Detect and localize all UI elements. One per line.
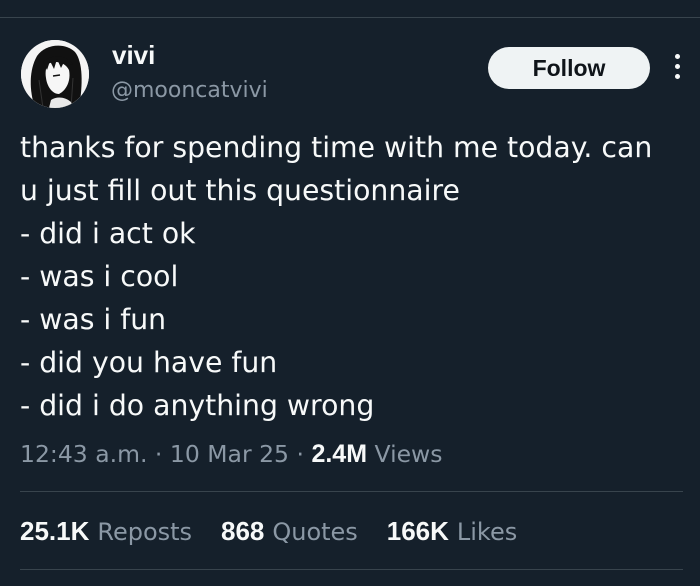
- tweet-date[interactable]: 10 Mar 25: [170, 440, 289, 468]
- quotes-count: 868: [221, 516, 265, 546]
- tweet-text: thanks for spending time with me today. …: [20, 126, 696, 427]
- tweet-line: thanks for spending time with me today. …: [20, 131, 653, 164]
- author-handle[interactable]: @mooncatvivi: [111, 77, 268, 105]
- tweet-line: u just fill out this questionnaire: [20, 174, 460, 207]
- reposts-label: Reposts: [97, 518, 193, 546]
- tweet-line: - did i do anything wrong: [20, 389, 375, 422]
- tweet-line: - was i cool: [20, 260, 179, 293]
- tweet-line: - did i act ok: [20, 217, 196, 250]
- likes-label: Likes: [456, 518, 518, 546]
- more-dot: [674, 54, 680, 59]
- meta-separator: ·: [154, 440, 163, 468]
- author-name[interactable]: vivi: [112, 40, 155, 70]
- tweet-line: - did you have fun: [20, 346, 278, 379]
- anime-girl-avatar-icon: [21, 40, 89, 108]
- meta-separator: ·: [296, 440, 304, 468]
- views-label: Views: [374, 440, 443, 468]
- reposts-count: 25.1K: [20, 516, 90, 546]
- reposts-stat[interactable]: 25.1K Reposts: [20, 513, 192, 550]
- top-divider: [0, 17, 700, 18]
- tweet-time[interactable]: 12:43 a.m.: [20, 440, 147, 468]
- tweet-meta: 12:43 a.m. · 10 Mar 25 · 2.4M Views: [20, 437, 443, 471]
- tweet-line: - was i fun: [20, 303, 167, 336]
- more-dot: [674, 74, 680, 79]
- more-vertical-icon[interactable]: [671, 54, 683, 84]
- views-count: 2.4M: [311, 440, 368, 468]
- follow-button[interactable]: Follow: [488, 47, 650, 89]
- quotes-label: Quotes: [272, 518, 358, 546]
- likes-count: 166K: [386, 516, 449, 546]
- engagement-stats: 25.1K Reposts 868 Quotes 166K Likes: [20, 513, 538, 550]
- more-dot: [674, 64, 680, 69]
- stats-divider: [20, 491, 683, 492]
- likes-stat[interactable]: 166K Likes: [387, 513, 517, 550]
- quotes-stat[interactable]: 868 Quotes: [221, 513, 358, 550]
- author-avatar[interactable]: [21, 40, 89, 108]
- bottom-divider: [20, 569, 683, 570]
